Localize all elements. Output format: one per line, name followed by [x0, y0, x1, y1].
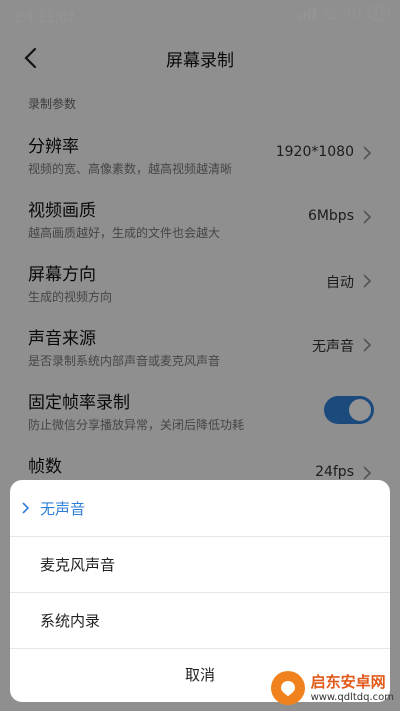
watermark-name: 启东安卓网 [310, 672, 386, 691]
option-label: 无声音 [40, 500, 86, 518]
option-no-sound[interactable]: 无声音 [10, 480, 390, 537]
watermark-text: 启东安卓网 www.qdltdq.com [311, 673, 394, 704]
watermark-url: www.qdltdq.com [310, 691, 394, 703]
watermark: 启东安卓网 www.qdltdq.com [270, 671, 394, 705]
option-label: 麦克风声音 [40, 556, 116, 574]
selected-chevron-icon [22, 502, 30, 514]
option-system-audio[interactable]: 系统内录 [10, 592, 390, 649]
watermark-logo-icon [270, 671, 305, 705]
option-label: 系统内录 [40, 612, 101, 630]
sound-source-sheet: 无声音 麦克风声音 系统内录 取消 [10, 480, 390, 702]
option-microphone[interactable]: 麦克风声音 [10, 536, 390, 593]
